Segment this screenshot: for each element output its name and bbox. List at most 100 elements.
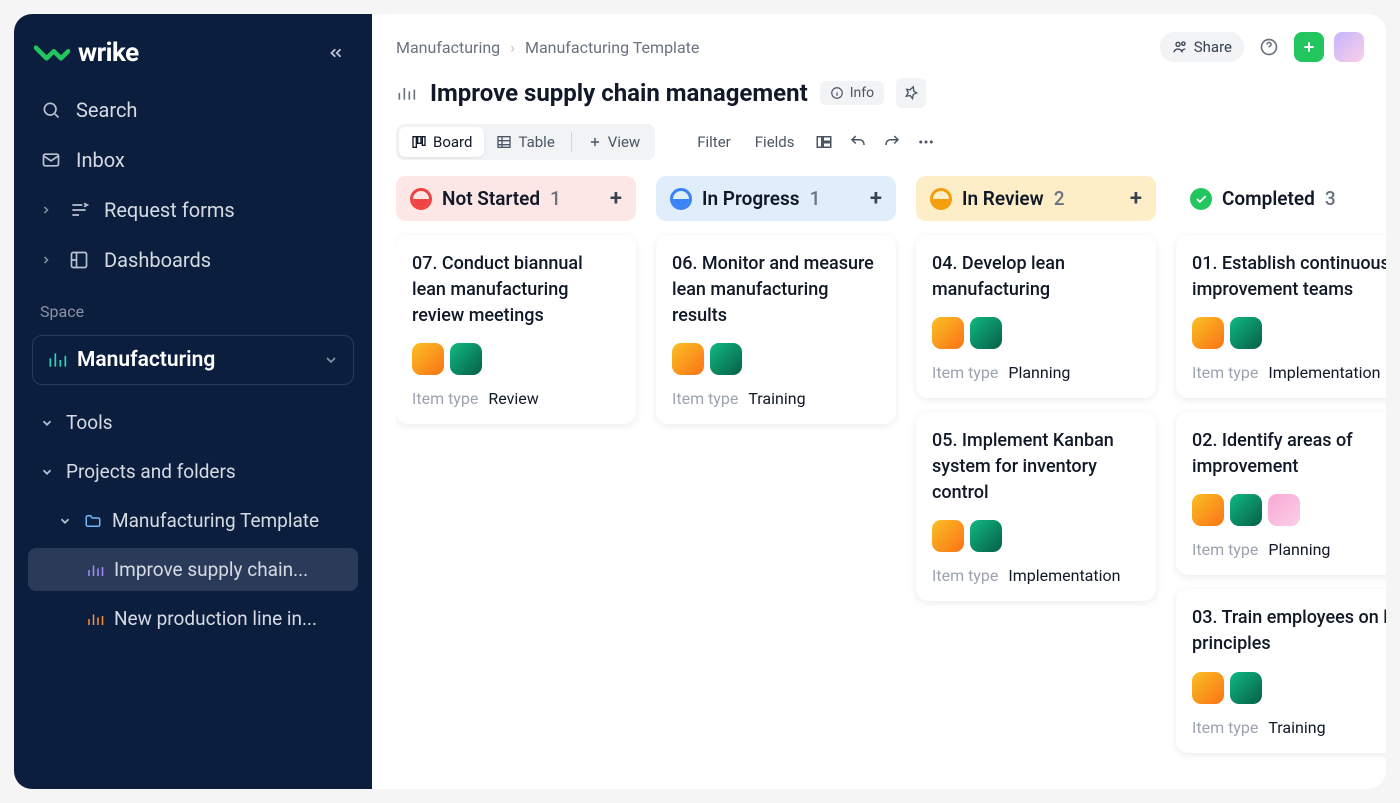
avatar[interactable] [932,520,964,552]
avatar[interactable] [1230,494,1262,526]
column-count: 3 [1325,187,1336,210]
meta-label: Item type [1192,540,1258,559]
add-view-button[interactable]: View [576,127,652,157]
share-label: Share [1194,38,1232,56]
add-card-button[interactable]: + [610,186,622,211]
help-button[interactable] [1254,32,1284,62]
assignees [1192,494,1386,526]
assignees [932,520,1140,552]
avatar[interactable] [1192,672,1224,704]
card[interactable]: 06. Monitor and measure lean manufacturi… [656,235,896,424]
nav-search[interactable]: Search [28,88,358,132]
sidebar: wrike Search Inbox Request forms Dashboa… [14,14,372,789]
expand-button[interactable] [811,129,837,155]
fields-button[interactable]: Fields [747,129,803,155]
assignees [932,317,1140,349]
chevron-down-icon [40,465,56,479]
avatar[interactable] [1268,494,1300,526]
tree-label: Projects and folders [66,460,236,483]
column-name: Not Started [442,187,540,210]
column-header[interactable]: In Progress 1 + [656,176,896,221]
view-table-button[interactable]: Table [484,127,566,157]
chevron-down-icon [40,416,56,430]
column-name: In Review [962,187,1044,210]
info-label: Info [850,85,874,101]
card[interactable]: 04. Develop lean manufacturing Item type… [916,235,1156,398]
logo-icon [34,42,70,64]
logo[interactable]: wrike [34,38,139,68]
nav-request-forms[interactable]: Request forms [28,188,358,232]
more-button[interactable] [913,129,939,155]
avatar[interactable] [672,343,704,375]
tree-projects-folders[interactable]: Projects and folders [28,450,358,493]
card[interactable]: 03. Train employees on lean principles I… [1176,589,1386,752]
card[interactable]: 01. Establish continuous improvement tea… [1176,235,1386,398]
column-header[interactable]: Not Started 1 + [396,176,636,221]
card-title: 04. Develop lean manufacturing [932,251,1140,303]
help-icon [1259,37,1279,57]
avatar[interactable] [1230,317,1262,349]
card-title: 01. Establish continuous improvement tea… [1192,251,1386,303]
avatar[interactable] [970,317,1002,349]
chevron-right-icon [40,254,54,266]
avatar[interactable] [1192,494,1224,526]
user-avatar[interactable] [1334,32,1364,62]
avatar[interactable] [1230,672,1262,704]
view-board-button[interactable]: Board [399,127,484,157]
avatar[interactable] [970,520,1002,552]
main-panel: Manufacturing › Manufacturing Template S… [372,14,1386,789]
column-in-review: In Review 2 + 04. Develop lean manufactu… [916,176,1156,769]
column-header[interactable]: In Review 2 + [916,176,1156,221]
plus-icon [588,135,602,149]
undo-icon [849,133,867,151]
nav-dashboards[interactable]: Dashboards [28,238,358,282]
undo-button[interactable] [845,129,871,155]
share-button[interactable]: Share [1160,32,1244,62]
avatar[interactable] [710,343,742,375]
assignees [412,343,620,375]
avatar[interactable] [1192,317,1224,349]
forms-icon [68,199,90,221]
card[interactable]: 02. Identify areas of improvement Item t… [1176,412,1386,575]
tree-improve-supply-chain[interactable]: Improve supply chain... [28,548,358,591]
chevron-down-icon [323,352,339,368]
avatar[interactable] [450,343,482,375]
tree-tools[interactable]: Tools [28,401,358,444]
avatar[interactable] [932,317,964,349]
card[interactable]: 07. Conduct biannual lean manufacturing … [396,235,636,424]
add-card-button[interactable]: + [1130,186,1142,211]
tree-label: Improve supply chain... [114,558,346,581]
avatar[interactable] [412,343,444,375]
view-label: Board [433,133,472,151]
pin-button[interactable] [896,78,926,108]
tree-manufacturing-template[interactable]: Manufacturing Template [28,499,358,542]
tree-new-production-line[interactable]: New production line in... [28,597,358,640]
redo-button[interactable] [879,129,905,155]
people-icon [1172,39,1188,55]
inbox-icon [40,149,62,171]
nav-label: Inbox [76,148,125,172]
breadcrumb-root[interactable]: Manufacturing [396,38,500,57]
add-button[interactable] [1294,32,1324,62]
add-card-button[interactable]: + [870,186,882,211]
nav-label: Request forms [104,198,235,222]
space-selector[interactable]: Manufacturing [32,335,354,385]
meta-label: Item type [412,389,478,408]
logo-text: wrike [78,38,139,68]
plus-icon [1301,39,1317,55]
breadcrumb-leaf[interactable]: Manufacturing Template [525,38,699,57]
card-title: 03. Train employees on lean principles [1192,605,1386,657]
page-title: Improve supply chain management [430,79,808,107]
tree-label: Tools [66,411,113,434]
expand-icon [815,133,833,151]
collapse-sidebar-button[interactable] [322,39,350,67]
search-icon [40,99,62,121]
nav-inbox[interactable]: Inbox [28,138,358,182]
space-name: Manufacturing [77,348,313,372]
column-header[interactable]: Completed 3 + [1176,176,1386,221]
info-button[interactable]: Info [820,81,884,105]
breadcrumb: Manufacturing › Manufacturing Template S… [396,32,1386,62]
card[interactable]: 05. Implement Kanban system for inventor… [916,412,1156,601]
filter-button[interactable]: Filter [689,129,739,155]
meta-label: Item type [932,566,998,585]
